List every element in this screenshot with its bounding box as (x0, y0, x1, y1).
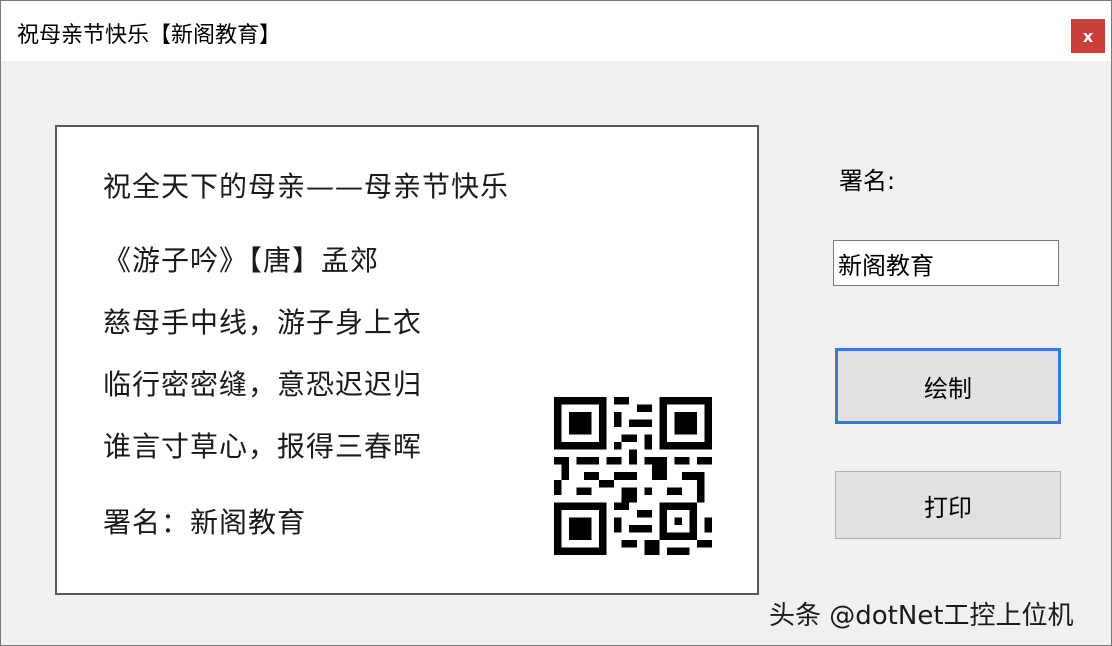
print-button[interactable]: 打印 (835, 471, 1061, 539)
draw-button[interactable]: 绘制 (835, 348, 1061, 424)
poem-line-1: 慈母手中线，游子身上衣 (103, 306, 423, 339)
close-icon: x (1082, 26, 1094, 46)
poem-line-3: 谁言寸草心，报得三春晖 (103, 430, 423, 463)
poem-title: 《游子吟》【唐】孟郊 (103, 244, 380, 277)
signature-input[interactable] (833, 240, 1059, 286)
window-title: 祝母亲节快乐【新阁教育】 (17, 23, 282, 48)
card-signature: 署名：新阁教育 (103, 506, 307, 539)
title-bar[interactable]: 祝母亲节快乐【新阁教育】 x (1, 1, 1111, 61)
greeting-card-preview: 祝全天下的母亲——母亲节快乐 《游子吟》【唐】孟郊 慈母手中线，游子身上衣 临行… (55, 125, 759, 595)
poem-line-2: 临行密密缝，意恐迟迟归 (103, 368, 423, 401)
main-window: 祝母亲节快乐【新阁教育】 x 祝全天下的母亲——母亲节快乐 《游子吟》【唐】孟郊… (0, 0, 1112, 646)
card-heading: 祝全天下的母亲——母亲节快乐 (103, 170, 510, 203)
close-button[interactable]: x (1071, 19, 1105, 53)
watermark-text: 头条 @dotNet工控上位机 (769, 601, 1074, 631)
qr-code-icon (554, 397, 712, 555)
signature-label: 署名: (839, 167, 896, 195)
